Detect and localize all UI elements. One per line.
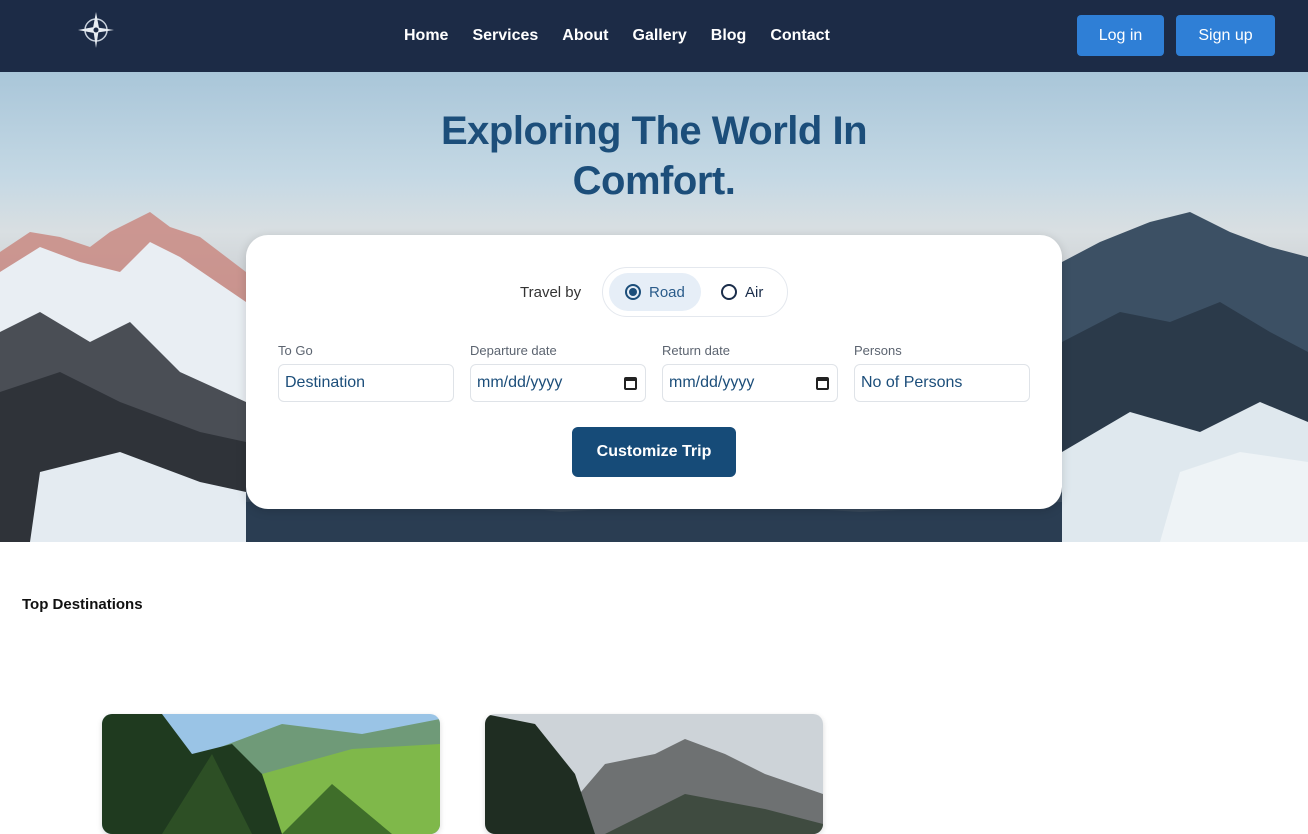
signup-button[interactable]: Sign up — [1176, 15, 1275, 56]
field-return-label: Return date — [662, 343, 730, 358]
hero-title-line-2: Comfort. — [572, 159, 736, 203]
travel-by-label: Travel by — [520, 284, 582, 301]
calendar-icon[interactable] — [816, 376, 829, 390]
field-return: Return date mm/dd/yyyy — [662, 343, 838, 402]
destination-card-forest[interactable] — [102, 714, 440, 834]
hero-title-line-1: Exploring The World In — [440, 109, 868, 153]
travel-option-road-label: Road — [649, 283, 685, 301]
departure-date-input[interactable]: mm/dd/yyyy — [470, 364, 646, 402]
compass-logo-icon[interactable] — [72, 8, 120, 62]
hero-title: Exploring The World In Comfort. — [354, 106, 954, 206]
destination-image-mountain — [485, 714, 823, 834]
return-date-input[interactable]: mm/dd/yyyy — [662, 364, 838, 402]
radio-checked-icon[interactable] — [625, 284, 641, 300]
travel-option-road[interactable]: Road — [609, 273, 701, 311]
destination-card-mountain[interactable] — [485, 714, 823, 834]
field-persons: Persons No of Persons — [854, 343, 1030, 402]
radio-unchecked-icon[interactable] — [721, 284, 737, 300]
field-persons-label: Persons — [854, 343, 902, 358]
travel-option-air-label: Air — [745, 283, 764, 301]
field-departure: Departure date mm/dd/yyyy — [470, 343, 646, 402]
nav-links: Home Services About Gallery Blog Contact — [404, 0, 830, 72]
nav-link-services[interactable]: Services — [472, 27, 538, 45]
departure-date-placeholder: mm/dd/yyyy — [477, 374, 563, 391]
field-departure-label: Departure date — [470, 343, 557, 358]
destination-placeholder: Destination — [285, 374, 366, 391]
persons-input[interactable]: No of Persons — [854, 364, 1030, 402]
destination-image-forest — [102, 714, 440, 834]
nav-link-contact[interactable]: Contact — [770, 27, 830, 45]
nav-link-about[interactable]: About — [562, 27, 608, 45]
field-destination-label: To Go — [278, 343, 313, 358]
trip-search-card: Travel by Road Air To Go Destination Dep… — [246, 235, 1062, 509]
top-navbar: Home Services About Gallery Blog Contact… — [0, 0, 1308, 72]
field-destination: To Go Destination — [278, 343, 454, 402]
nav-link-gallery[interactable]: Gallery — [633, 27, 687, 45]
travel-mode-toggle: Road Air — [602, 267, 788, 317]
calendar-icon[interactable] — [624, 376, 637, 390]
customize-trip-button[interactable]: Customize Trip — [572, 427, 736, 477]
return-date-placeholder: mm/dd/yyyy — [669, 374, 755, 391]
top-destinations-heading: Top Destinations — [22, 596, 143, 613]
nav-link-blog[interactable]: Blog — [711, 27, 747, 45]
travel-option-air[interactable]: Air — [713, 273, 783, 311]
persons-placeholder: No of Persons — [861, 374, 963, 391]
nav-link-home[interactable]: Home — [404, 27, 448, 45]
destination-input[interactable]: Destination — [278, 364, 454, 402]
login-button[interactable]: Log in — [1077, 15, 1164, 56]
